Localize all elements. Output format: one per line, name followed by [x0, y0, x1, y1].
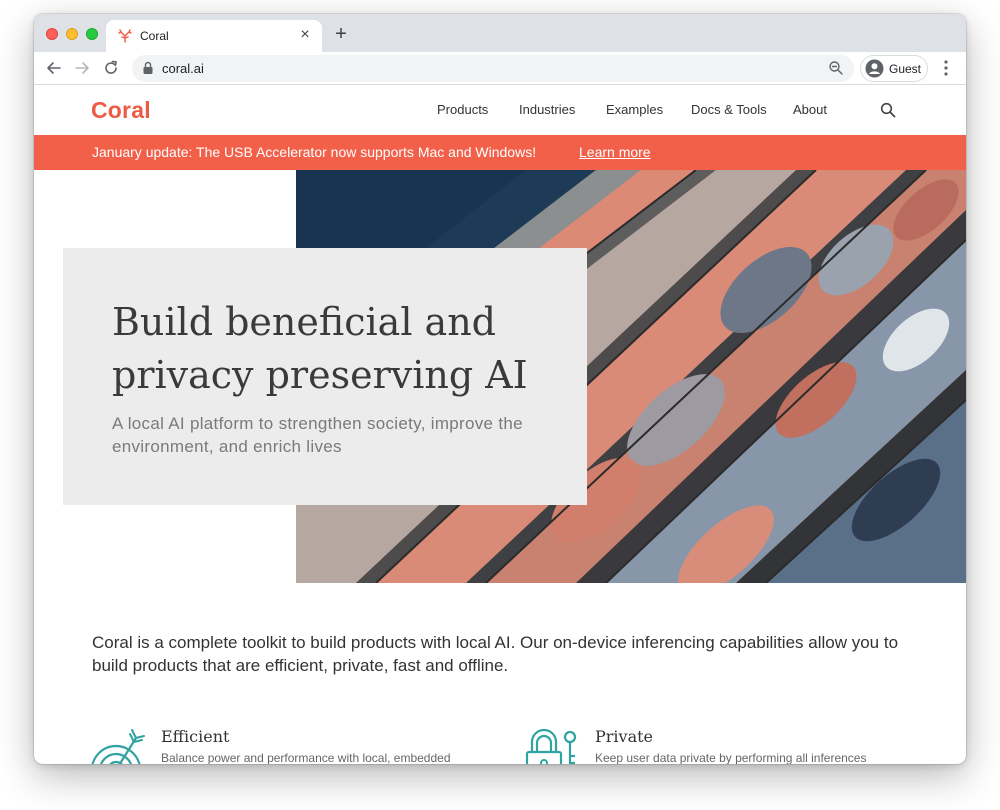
coral-logo[interactable]: Coral	[91, 97, 151, 124]
profile-button[interactable]: Guest	[860, 55, 928, 82]
maximize-window-button[interactable]	[86, 28, 98, 40]
back-arrow-icon	[47, 62, 61, 74]
announcement-banner: January update: The USB Accelerator now …	[34, 135, 966, 170]
feature-efficient-description: Balance power and performance with local…	[161, 751, 451, 764]
tab-strip: Coral × +	[34, 14, 966, 52]
new-tab-button[interactable]: +	[332, 24, 350, 44]
feature-efficient-title: Efficient	[161, 727, 230, 746]
intro-paragraph: Coral is a complete toolkit to build pro…	[92, 633, 899, 675]
profile-label: Guest	[889, 62, 922, 76]
back-button[interactable]	[44, 58, 64, 78]
browser-tab[interactable]: Coral ×	[106, 20, 322, 52]
feature-private-title: Private	[595, 727, 654, 746]
reload-icon	[105, 60, 117, 74]
nav-products[interactable]: Products	[437, 102, 488, 117]
hero-card: Build beneficial and privacy preserving …	[63, 248, 587, 505]
banner-text: January update: The USB Accelerator now …	[92, 144, 537, 160]
hero-title: Build beneficial and privacy preserving …	[112, 300, 528, 397]
close-window-button[interactable]	[46, 28, 58, 40]
nav-industries[interactable]: Industries	[519, 102, 575, 117]
banner-learn-more-link[interactable]: Learn more	[579, 144, 651, 160]
more-menu-icon[interactable]	[938, 58, 954, 78]
target-icon	[91, 729, 145, 764]
lock-icon	[525, 728, 577, 764]
reload-button[interactable]	[101, 58, 121, 78]
nav-about[interactable]: About	[793, 102, 827, 117]
forward-arrow-icon	[75, 62, 89, 74]
lock-icon	[143, 61, 153, 74]
minimize-window-button[interactable]	[66, 28, 78, 40]
avatar-icon	[865, 59, 884, 78]
coral-favicon-icon	[118, 29, 132, 43]
hero-subtitle: A local AI platform to strengthen societ…	[112, 414, 523, 456]
address-bar[interactable]: coral.ai	[132, 55, 854, 82]
tab-close-icon[interactable]: ×	[296, 26, 314, 44]
url-text: coral.ai	[162, 61, 204, 76]
zoom-icon[interactable]	[828, 60, 844, 76]
browser-toolbar: coral.ai Guest	[34, 52, 966, 85]
nav-docs-tools[interactable]: Docs & Tools	[691, 102, 767, 117]
tab-title: Coral	[140, 29, 169, 43]
site-header: Coral Products Industries Examples Docs …	[34, 85, 966, 135]
nav-examples[interactable]: Examples	[606, 102, 663, 117]
search-icon[interactable]	[880, 102, 896, 118]
browser-window: Coral × + coral.ai Guest Coral Products …	[34, 14, 966, 764]
forward-button[interactable]	[72, 58, 92, 78]
feature-private-description: Keep user data private by performing all…	[595, 751, 867, 764]
